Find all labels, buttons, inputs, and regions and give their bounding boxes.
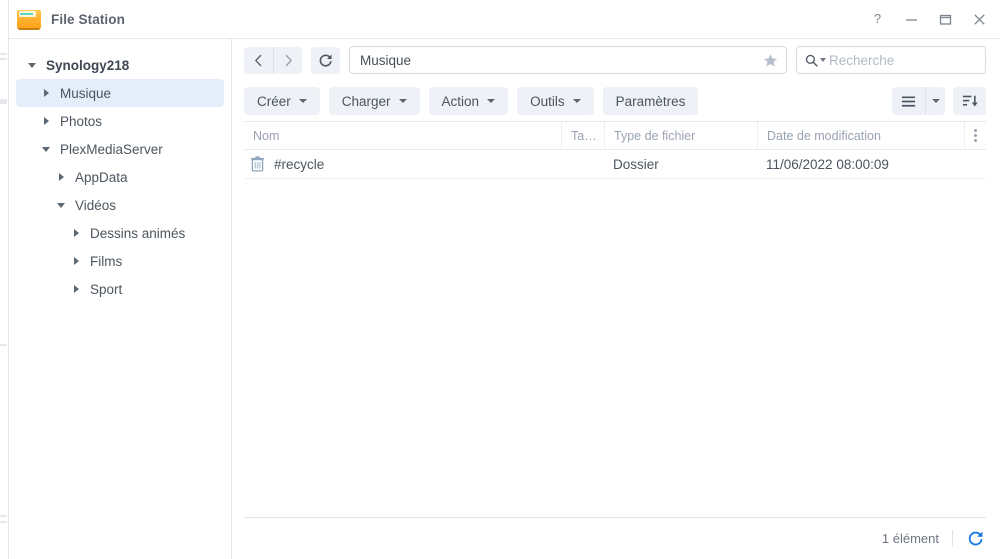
window-titlebar: File Station ? [9,0,1000,39]
chevron-down-icon[interactable] [24,62,40,68]
column-header-date-de-modification[interactable]: Date de modification [757,122,964,149]
refresh-button[interactable] [311,46,340,74]
path-input[interactable] [360,52,763,68]
search-icon[interactable] [805,54,818,67]
maximize-button[interactable] [928,4,962,34]
file-modified-cell: 11/06/2022 08:00:09 [766,156,889,172]
sidebar-item-label: PlexMediaServer [60,141,163,157]
sidebar-item-label: Synology218 [46,57,130,73]
close-button[interactable] [962,4,996,34]
back-forward-group [244,46,302,74]
view-controls [892,87,986,115]
chevron-right-icon[interactable] [38,89,54,97]
folder-tree-sidebar[interactable]: Synology218 Musique Photos PlexMediaServ… [9,39,232,559]
sidebar-item-plexmediaserver[interactable]: PlexMediaServer [16,135,224,163]
chevron-right-icon[interactable] [68,229,84,237]
help-button[interactable]: ? [860,4,894,34]
sidebar-item-label: Films [90,253,123,269]
outils-button[interactable]: Outils [517,87,594,115]
window-body: Synology218 Musique Photos PlexMediaServ… [9,39,1000,559]
search-scope-chevron-down-icon[interactable] [820,58,826,62]
sidebar-item-label: Vidéos [75,197,117,213]
sidebar-item-label: Photos [60,113,103,129]
folder-icon [17,8,41,30]
refresh-icon [968,531,983,546]
file-list-body[interactable]: #recycle Dossier 11/06/2022 08:00:09 [244,150,986,517]
sidebar-item-label: Sport [90,281,123,297]
chevron-right-icon[interactable] [38,117,54,125]
sidebar-item-label: Dessins animés [90,225,186,241]
chevron-down-icon [398,99,407,103]
window-controls: ? [860,4,996,34]
search-box[interactable] [796,46,986,74]
chevron-down-icon [572,99,581,103]
sidebar-item-appdata[interactable]: AppData [16,163,224,191]
sidebar-item-videos[interactable]: Vidéos [16,191,224,219]
outils-label: Outils [530,93,565,109]
sidebar-item-musique[interactable]: Musique [16,79,224,107]
status-refresh-button[interactable] [952,530,986,547]
status-bar: 1 élément [244,517,986,559]
path-field[interactable] [349,46,787,74]
chevron-right-icon[interactable] [68,257,84,265]
file-name-cell[interactable]: #recycle [244,156,561,172]
view-mode-split-button [892,87,945,115]
main-panel: Créer Charger Action Outils Paramètres [232,39,1000,559]
chevron-right-icon[interactable] [68,285,84,293]
view-mode-chevron-down-icon[interactable] [925,87,945,115]
star-icon[interactable] [763,53,778,68]
refresh-icon [319,54,332,67]
minimize-button[interactable] [894,4,928,34]
charger-label: Charger [341,93,391,109]
action-button[interactable]: Action [428,87,509,115]
column-header-taille[interactable]: Ta… [561,122,604,149]
desktop-background-edge [0,0,8,559]
action-toolbar: Créer Charger Action Outils Paramètres [232,81,1000,121]
item-count: 1 élément [881,531,939,546]
column-header-type-de-fichier[interactable]: Type de fichier [604,122,757,149]
column-header-nom[interactable]: Nom [244,122,561,149]
sidebar-item-dessins-animes[interactable]: Dessins animés [16,219,224,247]
trash-icon [250,156,265,172]
search-input[interactable] [829,52,977,68]
parametres-button[interactable]: Paramètres [602,87,699,115]
forward-button[interactable] [273,46,302,74]
file-type-cell: Dossier [613,156,659,172]
file-station-window: File Station ? Synology218 Musique Photo… [8,0,1000,559]
sidebar-item-sport[interactable]: Sport [16,275,224,303]
table-row[interactable]: #recycle Dossier 11/06/2022 08:00:09 [244,150,986,179]
sidebar-item-label: Musique [60,85,112,101]
chevron-down-icon [487,99,496,103]
file-list: Nom Ta… Type de fichier Date de modifica… [244,121,986,517]
back-button[interactable] [244,47,273,74]
sidebar-item-films[interactable]: Films [16,247,224,275]
sort-descending-icon[interactable] [953,87,986,115]
chevron-down-icon[interactable] [38,146,54,152]
creer-label: Créer [257,93,291,109]
creer-button[interactable]: Créer [244,87,320,115]
chevron-down-icon[interactable] [53,202,69,208]
chevron-down-icon [298,99,307,103]
sidebar-item-photos[interactable]: Photos [16,107,224,135]
sidebar-item-synology218[interactable]: Synology218 [16,51,224,79]
svg-text:?: ? [873,12,880,26]
kebab-menu-icon[interactable] [964,122,986,149]
action-label: Action [441,93,480,109]
file-name: #recycle [274,156,325,172]
navigation-bar [232,39,1000,81]
file-list-header: Nom Ta… Type de fichier Date de modifica… [244,122,986,150]
chevron-right-icon[interactable] [53,173,69,181]
sidebar-item-label: AppData [75,169,128,185]
list-view-icon[interactable] [892,87,925,115]
app-title: File Station [51,11,125,27]
charger-button[interactable]: Charger [328,87,420,115]
parametres-label: Paramètres [615,93,686,109]
